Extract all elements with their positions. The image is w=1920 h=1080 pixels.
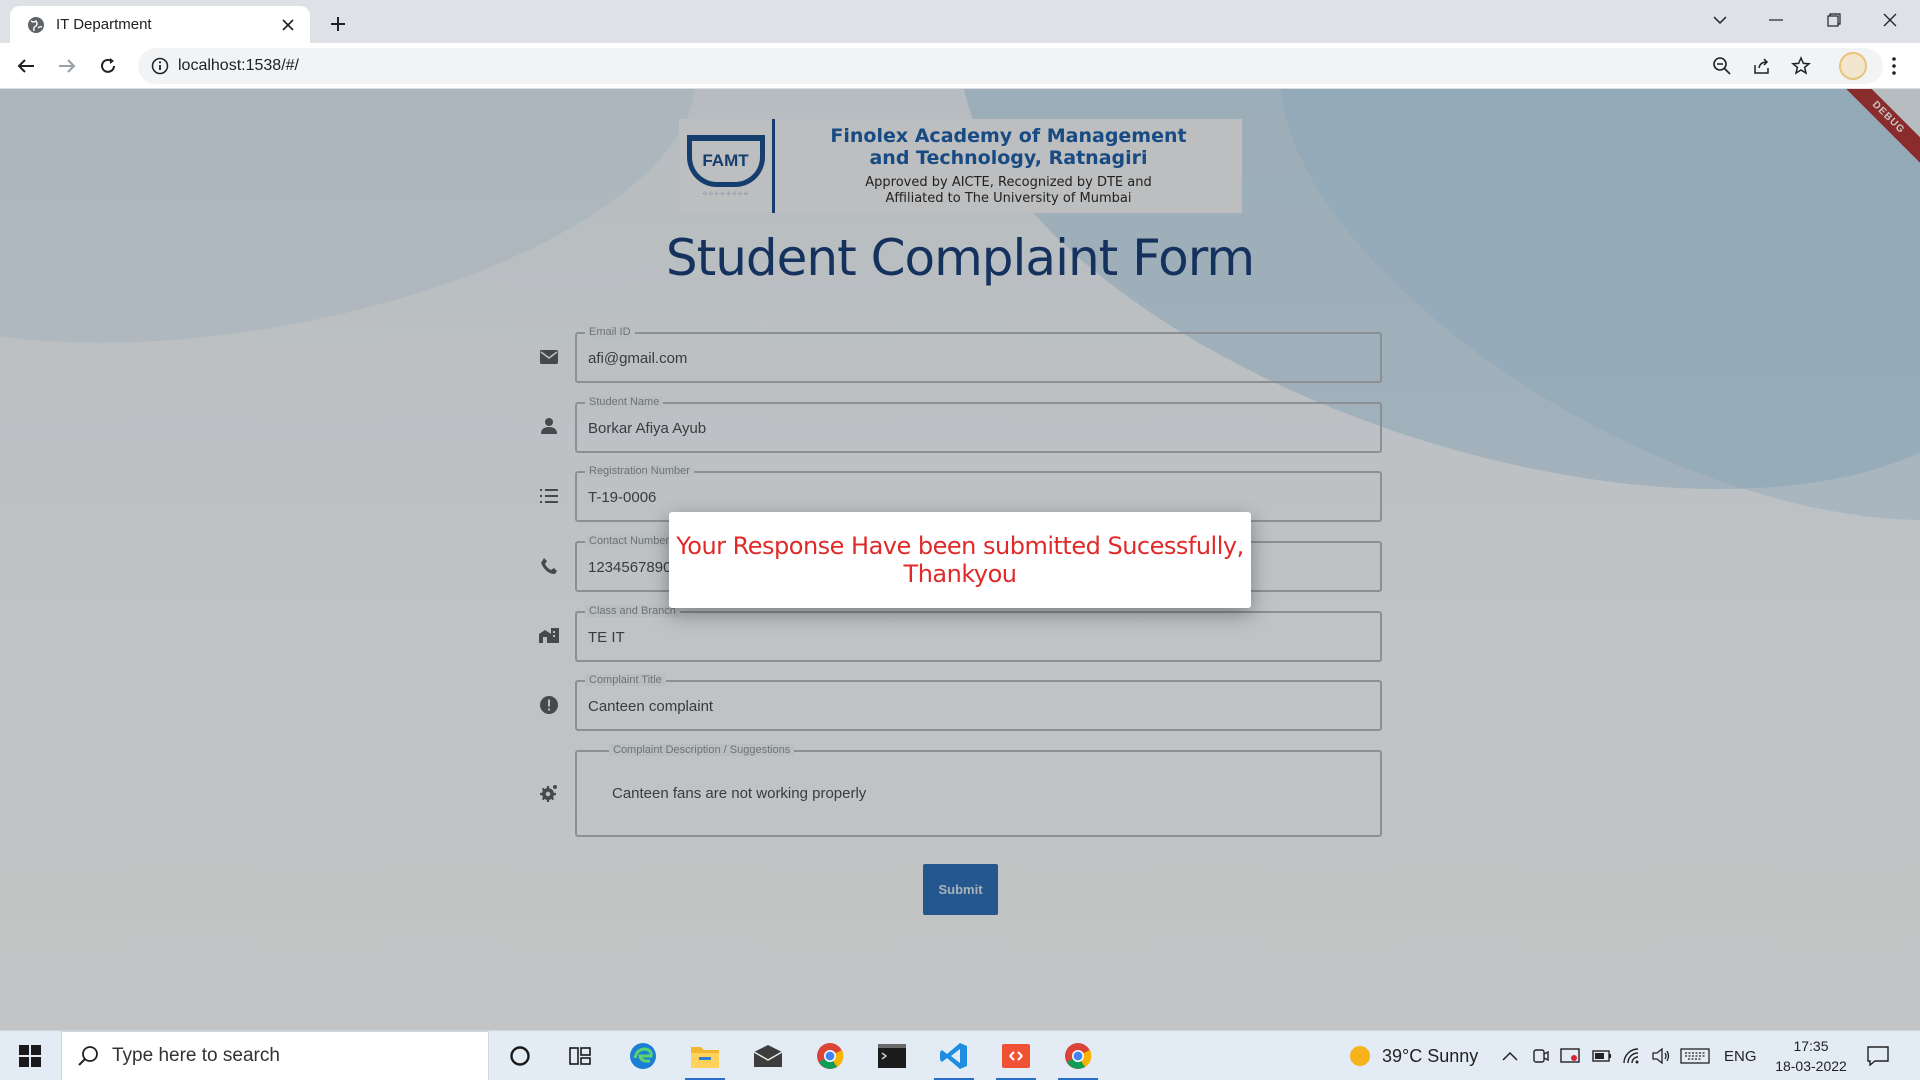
browser-toolbar: localhost:1538/#/: [0, 43, 1920, 89]
chrome-icon: [817, 1043, 844, 1069]
weather-widget[interactable]: 39°C Sunny: [1348, 1031, 1478, 1080]
taskbar-search[interactable]: Type here to search: [61, 1031, 489, 1080]
chevron-down-icon: [1713, 16, 1727, 25]
browser-menu-icon[interactable]: [1882, 52, 1906, 80]
success-message-line-2: Thankyou: [903, 560, 1017, 588]
screen-record-icon[interactable]: [1560, 1031, 1580, 1080]
minimize-icon: [1769, 19, 1783, 21]
folder-icon: [691, 1047, 719, 1068]
cortana-button[interactable]: [492, 1031, 548, 1080]
arrow-right-icon: [59, 59, 76, 73]
tab-search-button[interactable]: [1692, 4, 1748, 36]
taskbar-app-chrome[interactable]: [802, 1031, 858, 1080]
browser-tab[interactable]: IT Department: [10, 6, 310, 43]
task-view-icon: [569, 1047, 591, 1065]
close-icon: [1883, 13, 1897, 27]
vscode-icon: [940, 1043, 967, 1069]
restore-icon: [1827, 13, 1841, 27]
volume-icon[interactable]: [1651, 1031, 1671, 1080]
cortana-icon: [510, 1046, 530, 1066]
taskbar-app-mail[interactable]: [740, 1031, 796, 1080]
notifications-button[interactable]: [1867, 1031, 1889, 1080]
tab-close-icon[interactable]: [278, 15, 298, 35]
profile-avatar[interactable]: [1839, 52, 1867, 80]
search-placeholder: Type here to search: [112, 1045, 280, 1066]
wifi-icon[interactable]: [1622, 1031, 1642, 1080]
clock-date: 18-03-2022: [1775, 1058, 1847, 1074]
search-icon: [78, 1046, 98, 1066]
success-message: Your Response Have been submitted Sucess…: [676, 532, 1244, 588]
plus-icon: [331, 17, 345, 31]
language-indicator[interactable]: ENG: [1724, 1031, 1757, 1080]
share-icon[interactable]: [1750, 54, 1774, 78]
windows-taskbar: Type here to search 39°C Sunny ENG 17:35…: [0, 1030, 1920, 1080]
page-content: DEBUG FAMT ⁘⁘⁘⁘⁘⁘⁘⁘ Finolex Academy of M…: [0, 89, 1920, 1030]
windows-logo-icon: [19, 1045, 41, 1067]
weather-text: 39°C Sunny: [1382, 1045, 1479, 1066]
taskbar-app-vscode[interactable]: [926, 1031, 982, 1080]
notification-icon: [1867, 1046, 1889, 1066]
info-icon[interactable]: [150, 56, 170, 76]
taskbar-app-chrome-active[interactable]: [1050, 1031, 1106, 1080]
restore-button[interactable]: [1806, 4, 1862, 36]
mail-app-icon: [753, 1045, 783, 1067]
taskbar-app-git[interactable]: [988, 1031, 1044, 1080]
forward-button[interactable]: [51, 50, 83, 82]
chevron-up-icon: [1502, 1051, 1518, 1061]
battery-icon[interactable]: [1592, 1031, 1612, 1080]
task-view-button[interactable]: [552, 1031, 608, 1080]
taskbar-app-terminal[interactable]: [864, 1031, 920, 1080]
new-tab-button[interactable]: [324, 10, 352, 38]
zoom-icon[interactable]: [1710, 54, 1734, 78]
minimize-button[interactable]: [1748, 4, 1804, 36]
taskbar-clock[interactable]: 17:35 18-03-2022: [1767, 1036, 1855, 1076]
back-button[interactable]: [10, 50, 42, 82]
taskbar-app-edge[interactable]: [615, 1031, 671, 1080]
reload-button[interactable]: [92, 50, 124, 82]
browser-tabstrip: IT Department: [0, 0, 1920, 43]
reload-icon: [101, 58, 115, 73]
success-message-line-1: Your Response Have been submitted Sucess…: [676, 532, 1244, 560]
globe-icon: [28, 16, 44, 33]
keyboard-icon[interactable]: [1680, 1031, 1710, 1080]
edge-icon: [630, 1043, 656, 1069]
terminal-icon: [878, 1044, 906, 1068]
start-button[interactable]: [10, 1041, 50, 1071]
tab-title: IT Department: [56, 16, 152, 33]
url-text[interactable]: localhost:1538/#/: [178, 57, 299, 75]
clock-time: 17:35: [1793, 1038, 1829, 1054]
sun-icon: [1350, 1046, 1370, 1066]
star-icon[interactable]: [1789, 54, 1813, 78]
meet-now-icon[interactable]: [1532, 1031, 1550, 1080]
git-icon: [1002, 1044, 1030, 1068]
close-window-button[interactable]: [1862, 4, 1918, 36]
taskbar-app-explorer[interactable]: [677, 1031, 733, 1080]
address-bar[interactable]: localhost:1538/#/: [138, 48, 1883, 84]
show-hidden-icons[interactable]: [1502, 1031, 1518, 1080]
chrome-icon: [1065, 1043, 1092, 1069]
success-dialog: Your Response Have been submitted Sucess…: [669, 512, 1251, 608]
arrow-left-icon: [17, 59, 34, 73]
